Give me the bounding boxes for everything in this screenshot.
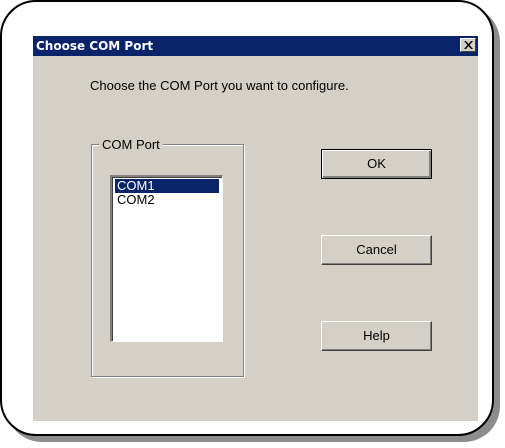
com-port-listbox[interactable]: COM1 COM2 bbox=[110, 175, 223, 342]
title-bar[interactable]: Choose COM Port bbox=[33, 36, 478, 56]
help-button[interactable]: Help bbox=[321, 321, 432, 351]
com-port-group-label: COM Port bbox=[99, 137, 163, 152]
window-title: Choose COM Port bbox=[36, 39, 154, 53]
close-button[interactable] bbox=[460, 38, 476, 52]
cancel-button[interactable]: Cancel bbox=[321, 235, 432, 265]
ok-button[interactable]: OK bbox=[321, 149, 432, 179]
instruction-text: Choose the COM Port you want to configur… bbox=[90, 78, 349, 93]
list-item-com1[interactable]: COM1 bbox=[115, 179, 219, 193]
close-icon bbox=[464, 41, 473, 49]
choose-com-port-dialog: Choose COM Port Choose the COM Port you … bbox=[33, 36, 478, 421]
list-item-com2[interactable]: COM2 bbox=[115, 193, 219, 207]
